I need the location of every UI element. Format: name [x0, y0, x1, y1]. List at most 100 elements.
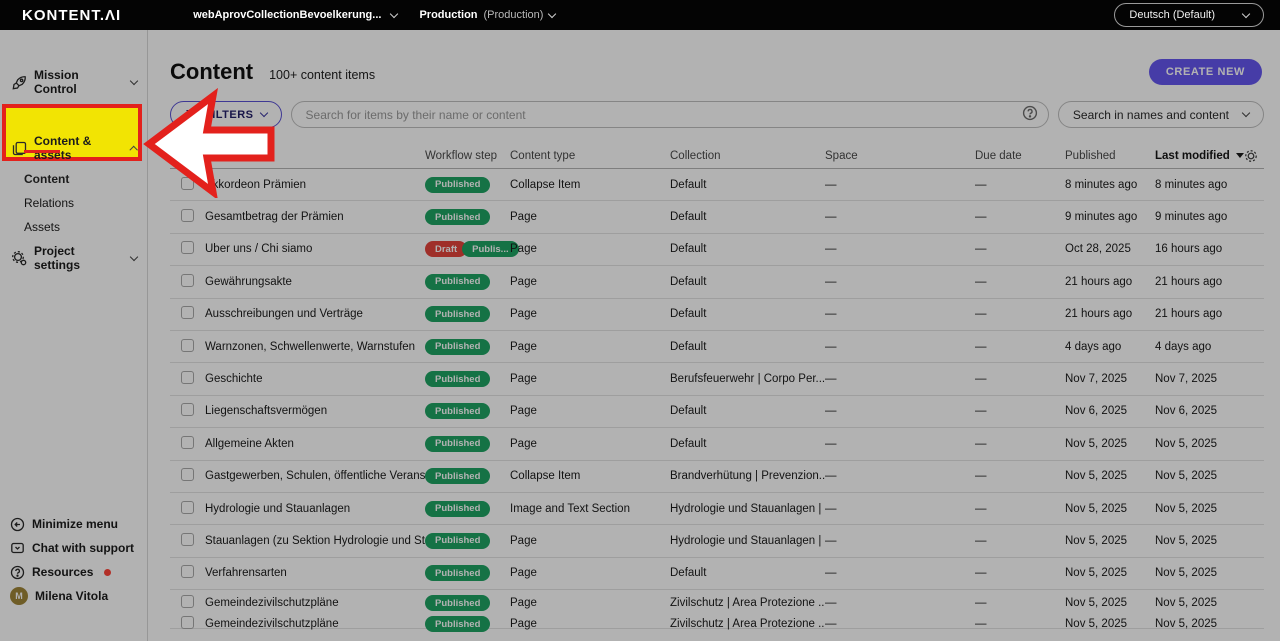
row-checkbox[interactable]: [181, 595, 194, 608]
minimize-menu-button[interactable]: Minimize menu: [0, 512, 147, 536]
project-switcher[interactable]: webAprovCollectionBevoelkerung...: [193, 9, 397, 21]
search-input[interactable]: Search for items by their name or conten…: [291, 101, 1049, 128]
row-published: Nov 5, 2025: [1065, 567, 1155, 579]
row-workflow-step: Published: [425, 209, 510, 225]
row-due-date: —: [975, 567, 1065, 579]
column-header-last-modified[interactable]: Last modified: [1155, 150, 1244, 162]
table-row[interactable]: Akkordeon Prämien Published Collapse Ite…: [170, 169, 1264, 201]
table-row[interactable]: Liegenschaftsvermögen Published Page Def…: [170, 396, 1264, 428]
row-name: Gemeindezivilschutzpläne: [205, 618, 425, 630]
workflow-badge: Published: [425, 371, 490, 387]
table-row[interactable]: Stauanlagen (zu Sektion Hydrologie und S…: [170, 525, 1264, 557]
workflow-badge: Published: [425, 403, 490, 419]
table-row[interactable]: Verfahrensarten Published Page Default —…: [170, 558, 1264, 590]
sidebar-item-web-spotlight[interactable]: Web Spotlight: [0, 101, 147, 129]
filters-button[interactable]: FILTERS: [170, 101, 282, 128]
row-checkbox[interactable]: [181, 565, 194, 578]
column-header-workflow-step[interactable]: Workflow step: [425, 150, 510, 162]
row-checkbox[interactable]: [181, 177, 194, 190]
funnel-icon: [185, 109, 198, 121]
language-selector[interactable]: Deutsch (Default): [1114, 3, 1264, 27]
sidebar-item-mission-control[interactable]: Mission Control: [0, 68, 147, 96]
table-row[interactable]: Über uns / Chi siamo DraftPublis... Page…: [170, 234, 1264, 266]
sidebar-item-label: Relations: [24, 196, 74, 210]
search-scope-dropdown[interactable]: Search in names and content: [1058, 101, 1264, 128]
row-checkbox[interactable]: [181, 403, 194, 416]
table-row[interactable]: Geschichte Published Page Berufsfeuerweh…: [170, 363, 1264, 395]
question-circle-icon: [10, 565, 25, 580]
row-last-modified: 21 hours ago: [1155, 308, 1264, 320]
row-last-modified: 16 hours ago: [1155, 243, 1264, 255]
row-checkbox[interactable]: [181, 306, 194, 319]
row-checkbox[interactable]: [181, 209, 194, 222]
column-header-published[interactable]: Published: [1065, 150, 1155, 162]
user-name: Milena Vitola: [35, 589, 108, 603]
sidebar-item-content[interactable]: Content: [0, 167, 147, 191]
row-space: —: [825, 211, 975, 223]
table-row[interactable]: Hydrologie und Stauanlagen Published Ima…: [170, 493, 1264, 525]
workflow-badge: Published: [425, 209, 490, 225]
row-checkbox[interactable]: [181, 339, 194, 352]
row-checkbox[interactable]: [181, 371, 194, 384]
chat-with-support-button[interactable]: Chat with support: [0, 536, 147, 560]
row-checkbox[interactable]: [181, 274, 194, 287]
create-new-button[interactable]: CREATE NEW: [1149, 59, 1262, 85]
workflow-badge: Published: [425, 339, 490, 355]
workflow-badge: Published: [425, 616, 490, 632]
column-header-content-type[interactable]: Content type: [510, 150, 670, 162]
table-row[interactable]: Gewährungsakte Published Page Default — …: [170, 266, 1264, 298]
column-header-due-date[interactable]: Due date: [975, 150, 1065, 162]
user-menu[interactable]: M Milena Vitola: [0, 584, 147, 608]
select-all-checkbox[interactable]: [181, 148, 194, 161]
row-checkbox[interactable]: [181, 436, 194, 449]
row-published: Oct 28, 2025: [1065, 243, 1155, 255]
row-checkbox[interactable]: [181, 241, 194, 254]
row-last-modified: Nov 5, 2025: [1155, 618, 1264, 630]
row-space: —: [825, 597, 975, 609]
table-row[interactable]: Gemeindezivilschutzpläne Published Page …: [170, 590, 1264, 616]
column-header-collection[interactable]: Collection: [670, 150, 825, 162]
row-content-type: Page: [510, 618, 670, 630]
row-due-date: —: [975, 503, 1065, 515]
sidebar-item-assets[interactable]: Assets: [0, 215, 147, 239]
project-name: webAprovCollectionBevoelkerung...: [193, 9, 381, 21]
row-last-modified: 4 days ago: [1155, 341, 1264, 353]
row-last-modified: Nov 5, 2025: [1155, 438, 1264, 450]
row-content-type: Collapse Item: [510, 179, 670, 191]
column-header-name[interactable]: Name: [205, 150, 425, 162]
table-row[interactable]: Gastgewerben, Schulen, öffentliche Veran…: [170, 461, 1264, 493]
row-due-date: —: [975, 179, 1065, 191]
sidebar-item-relations[interactable]: Relations: [0, 191, 147, 215]
search-help-button[interactable]: [1022, 105, 1038, 124]
table-row[interactable]: Gesamtbetrag der Prämien Published Page …: [170, 201, 1264, 233]
row-published: Nov 5, 2025: [1065, 597, 1155, 609]
table-row[interactable]: Allgemeine Akten Published Page Default …: [170, 428, 1264, 460]
row-workflow-step: Published: [425, 436, 510, 452]
row-checkbox[interactable]: [181, 616, 194, 629]
sidebar-item-content-assets[interactable]: Content & assets: [0, 134, 147, 162]
resources-button[interactable]: Resources: [0, 560, 147, 584]
row-collection: Default: [670, 179, 825, 191]
row-workflow-step: Published: [425, 177, 510, 193]
environment-switcher[interactable]: Production (Production): [419, 9, 555, 21]
row-checkbox[interactable]: [181, 468, 194, 481]
column-header-space[interactable]: Space: [825, 150, 975, 162]
row-published: 21 hours ago: [1065, 308, 1155, 320]
row-due-date: —: [975, 470, 1065, 482]
table-settings-button[interactable]: [1244, 149, 1258, 163]
row-content-type: Page: [510, 308, 670, 320]
row-name: Gemeindezivilschutzpläne: [205, 597, 425, 609]
row-checkbox[interactable]: [181, 533, 194, 546]
table-row[interactable]: Gemeindezivilschutzpläne Published Page …: [170, 616, 1264, 629]
row-due-date: —: [975, 276, 1065, 288]
sidebar-item-project-settings[interactable]: Project settings: [0, 244, 147, 272]
table-row[interactable]: Ausschreibungen und Verträge Published P…: [170, 299, 1264, 331]
row-due-date: —: [975, 243, 1065, 255]
sidebar-item-label: Project settings: [34, 244, 124, 272]
table-row[interactable]: Warnzonen, Schwellenwerte, Warnstufen Pu…: [170, 331, 1264, 363]
row-checkbox[interactable]: [181, 501, 194, 514]
row-name: Gewährungsakte: [205, 276, 425, 288]
row-workflow-step: Published: [425, 565, 510, 581]
row-space: —: [825, 470, 975, 482]
row-content-type: Page: [510, 276, 670, 288]
